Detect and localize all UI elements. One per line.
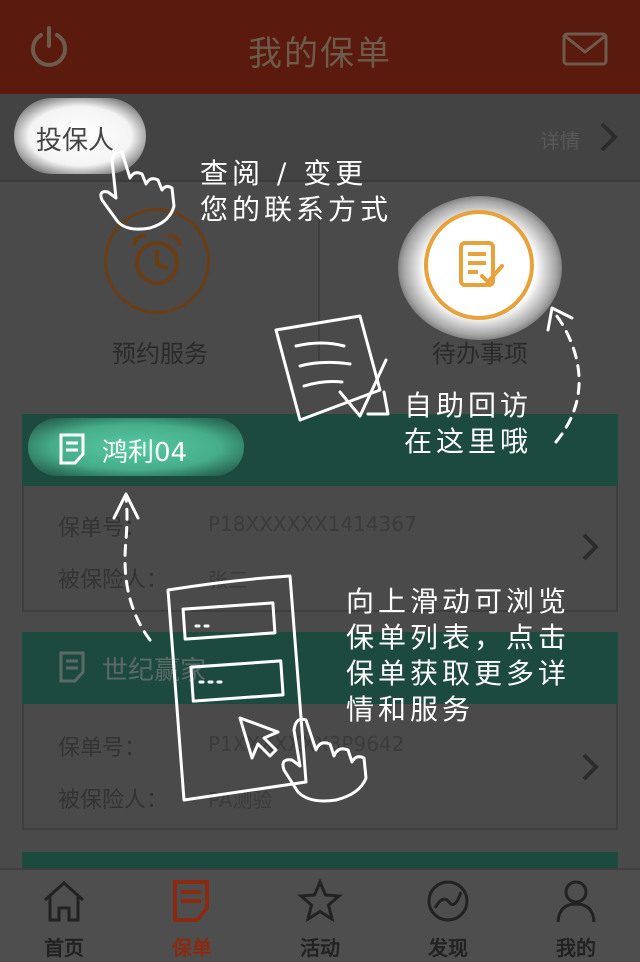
star-icon — [297, 878, 343, 923]
tip-scroll-line-4: 情和服务 — [346, 693, 475, 726]
tip-contact-line-1: 查阅 / 变更 — [200, 157, 368, 190]
discover-icon — [427, 880, 469, 922]
tutorial-overlay-drawing — [99, 150, 581, 803]
tip-scroll-line-3: 保单获取更多详 — [346, 657, 571, 690]
tab-label: 我的 — [556, 936, 596, 960]
tab-policy[interactable]: 保单 — [128, 874, 256, 960]
tab-label: 发现 — [428, 936, 468, 960]
tab-discover[interactable]: 发现 — [384, 874, 512, 960]
tip-revisit-line-2: 在这里哦 — [404, 425, 533, 458]
tab-label: 首页 — [44, 936, 84, 960]
tab-home[interactable]: 首页 — [0, 874, 128, 960]
tip-scroll-line-2: 保单列表，点击 — [346, 621, 571, 654]
tab-label: 活动 — [300, 936, 340, 960]
tip-scroll-line-1: 向上滑动可浏览 — [346, 585, 571, 618]
tab-activity[interactable]: 活动 — [256, 874, 384, 960]
tip-revisit-line-1: 自助回访 — [404, 389, 533, 422]
user-icon — [556, 880, 596, 923]
policy-icon — [173, 880, 209, 922]
tip-contact-line-2: 您的联系方式 — [200, 193, 393, 226]
tab-mine[interactable]: 我的 — [512, 874, 640, 960]
home-icon — [43, 880, 85, 922]
tab-label: 保单 — [172, 936, 212, 960]
